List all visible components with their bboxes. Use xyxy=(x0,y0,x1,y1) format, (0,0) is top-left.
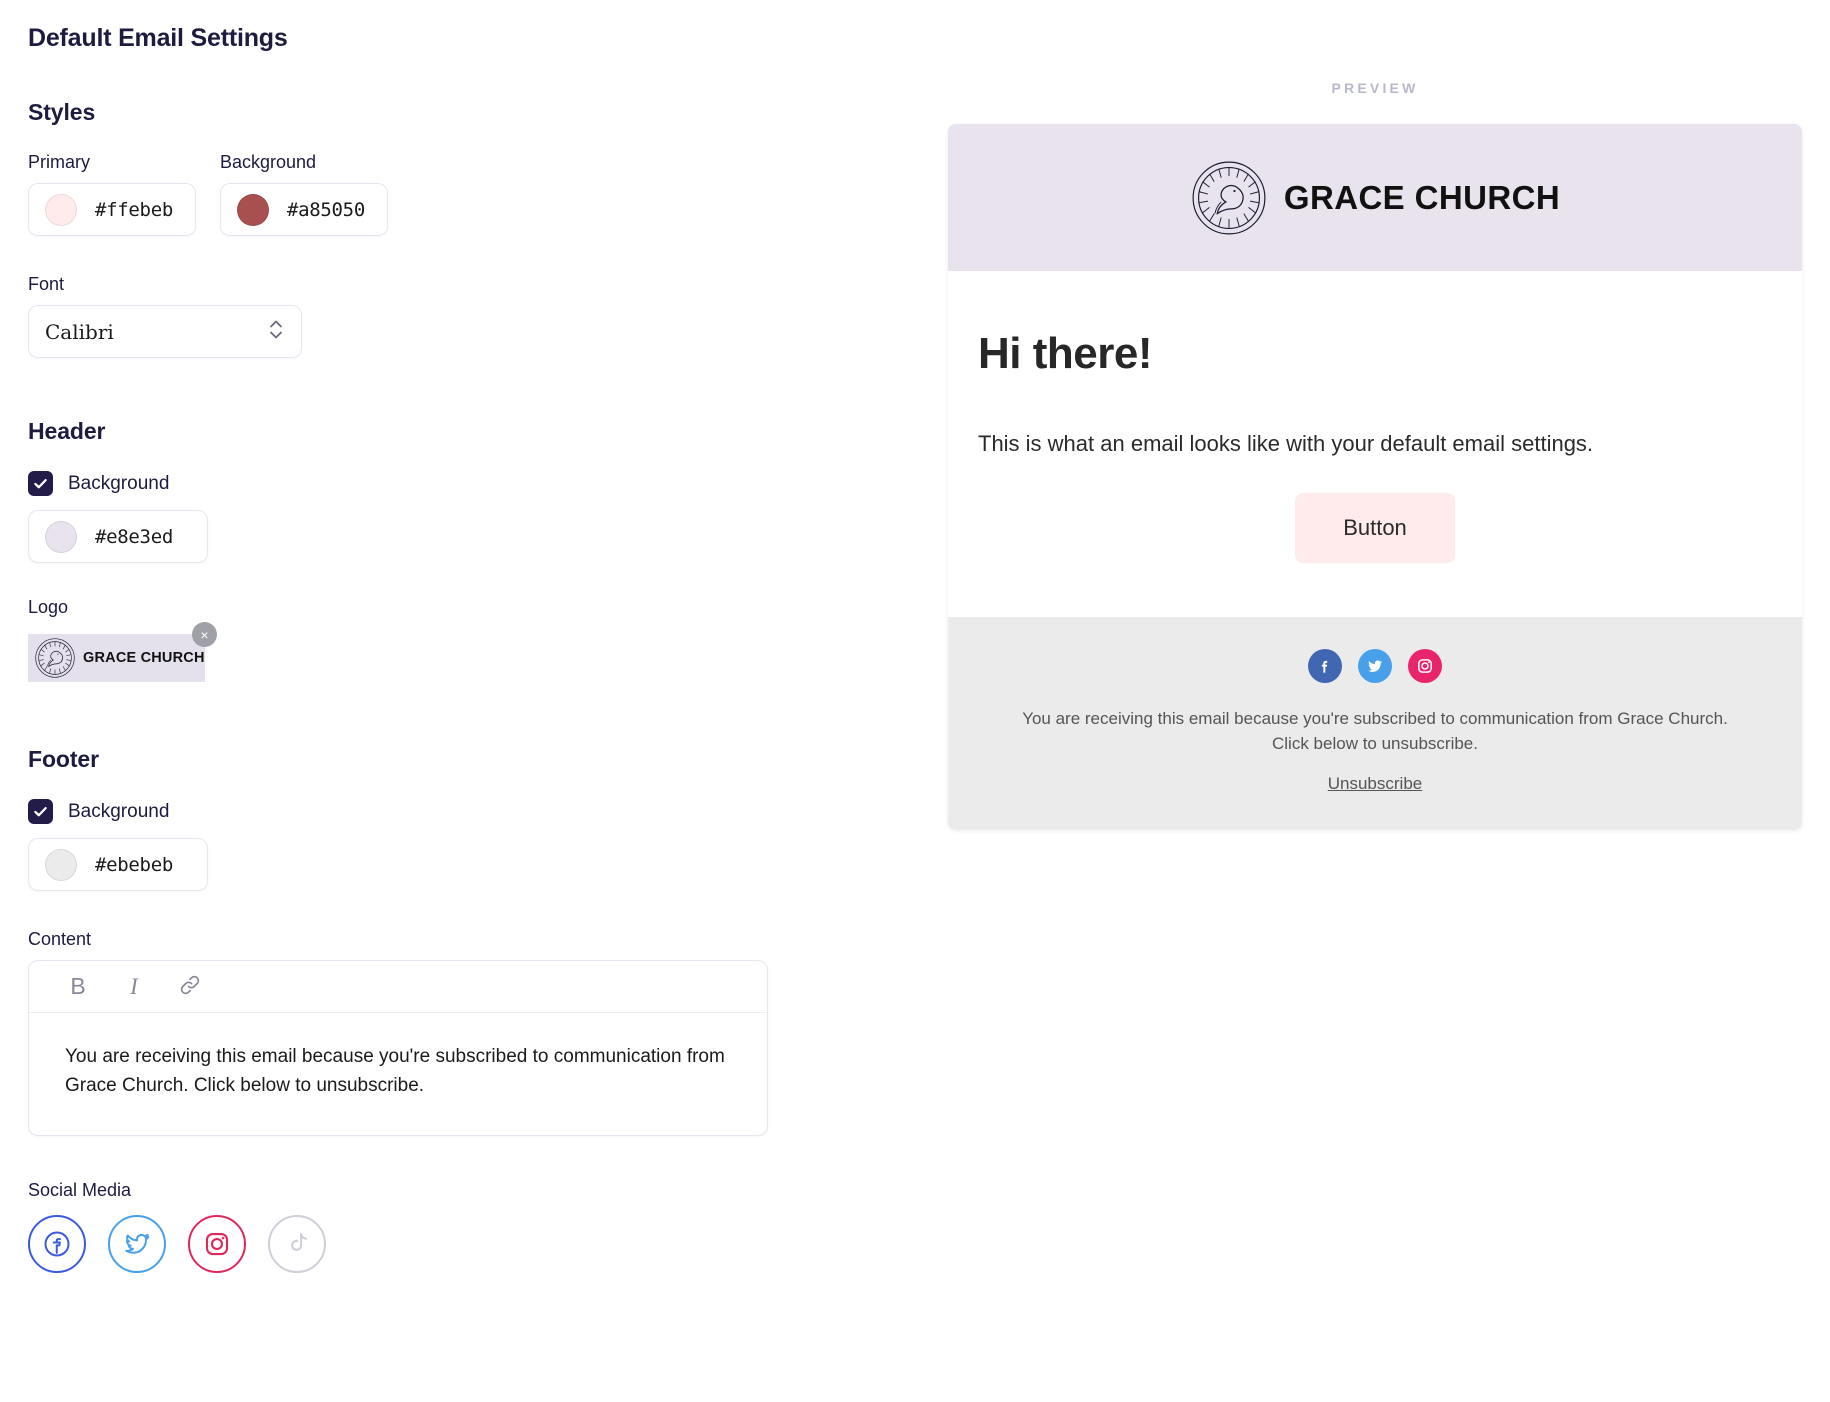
header-section-heading: Header xyxy=(28,418,106,444)
content-editor-text[interactable]: You are receiving this email because you… xyxy=(29,1013,767,1135)
remove-logo-icon[interactable]: × xyxy=(192,622,217,647)
logo-thumbnail[interactable]: GRACE CHURCH xyxy=(28,634,205,682)
twitter-icon xyxy=(125,1233,150,1254)
background-color-label: Background xyxy=(219,152,317,172)
social-media-toggle-row xyxy=(28,1214,908,1273)
check-icon xyxy=(34,479,47,489)
header-background-color-value: #e8e3ed xyxy=(95,525,173,548)
page-title: Default Email Settings xyxy=(28,24,288,52)
email-preview-header: GRACE CHURCH xyxy=(948,124,1802,271)
preview-panel: PREVIEW GRACE CHURCH Hi there! This is w… xyxy=(948,80,1802,831)
primary-color-field: Primary #ffebeb xyxy=(28,152,196,236)
footer-background-checkbox[interactable] xyxy=(28,799,53,824)
social-media-label: Social Media xyxy=(28,1179,132,1200)
check-icon xyxy=(34,807,47,817)
email-preview-button[interactable]: Button xyxy=(1295,493,1455,563)
email-preview-card: GRACE CHURCH Hi there! This is what an e… xyxy=(948,124,1802,831)
email-preview-social-row xyxy=(1018,649,1732,683)
church-emblem-icon xyxy=(34,637,76,679)
background-color-input[interactable]: #a85050 xyxy=(219,183,388,236)
footer-section-heading: Footer xyxy=(28,746,99,772)
content-editor-toolbar: B I xyxy=(29,961,767,1013)
italic-button[interactable]: I xyxy=(121,975,147,998)
header-background-color-input[interactable]: #e8e3ed xyxy=(28,510,208,563)
email-preview-heading: Hi there! xyxy=(978,329,1152,378)
primary-color-swatch[interactable] xyxy=(45,193,77,226)
logo-label: Logo xyxy=(28,597,69,617)
content-editor: B I You are receiving this email because… xyxy=(28,960,768,1136)
link-icon[interactable] xyxy=(177,973,203,1001)
primary-color-value: #ffebeb xyxy=(95,198,173,221)
social-toggle-twitter[interactable] xyxy=(108,1214,166,1273)
email-preview-button-wrap: Button xyxy=(978,493,1772,563)
footer-background-checkbox-label: Background xyxy=(68,800,170,822)
settings-panel: Default Email Settings Styles Primary #f… xyxy=(28,24,908,1273)
background-color-field: Background #a85050 xyxy=(219,152,388,236)
primary-color-input[interactable]: #ffebeb xyxy=(28,183,196,236)
email-preview-footer: You are receiving this email because you… xyxy=(948,617,1802,831)
styles-section-heading: Styles xyxy=(28,99,96,125)
footer-background-color-value: #ebebeb xyxy=(95,853,173,876)
email-social-facebook[interactable] xyxy=(1308,649,1342,683)
font-select-wrapper: Calibri xyxy=(28,305,302,358)
content-label: Content xyxy=(28,929,92,949)
social-toggle-instagram[interactable] xyxy=(188,1214,246,1273)
facebook-icon xyxy=(1321,660,1328,673)
facebook-icon xyxy=(44,1231,70,1257)
font-select[interactable]: Calibri xyxy=(28,305,302,358)
background-color-swatch[interactable] xyxy=(236,193,269,226)
email-settings-page: Default Email Settings Styles Primary #f… xyxy=(0,0,1830,1402)
chevron-updown-icon xyxy=(268,316,284,347)
logo-thumbnail-wrapper: GRACE CHURCH × xyxy=(28,622,217,682)
header-background-checkbox[interactable] xyxy=(28,471,53,496)
instagram-icon xyxy=(1418,659,1432,673)
logo-wordmark: GRACE CHURCH xyxy=(83,650,205,666)
email-social-twitter[interactable] xyxy=(1358,649,1392,683)
footer-background-color-input[interactable]: #ebebeb xyxy=(28,838,208,891)
tiktok-icon xyxy=(291,1232,308,1251)
header-background-color-swatch[interactable] xyxy=(45,520,77,553)
header-background-checkbox-row[interactable]: Background xyxy=(28,471,908,496)
email-preview-unsubscribe-link[interactable]: Unsubscribe xyxy=(1328,774,1423,793)
font-label: Font xyxy=(28,274,65,294)
twitter-icon xyxy=(1368,660,1383,672)
header-background-checkbox-label: Background xyxy=(68,472,170,494)
email-preview-paragraph: This is what an email looks like with yo… xyxy=(978,431,1594,456)
social-toggle-facebook[interactable] xyxy=(28,1214,86,1273)
styles-color-row: Primary #ffebeb Background #a85050 xyxy=(28,152,908,236)
primary-color-label: Primary xyxy=(28,152,90,172)
bold-button[interactable]: B xyxy=(65,975,91,998)
email-preview-wordmark: GRACE CHURCH xyxy=(1283,178,1561,216)
instagram-icon xyxy=(205,1232,229,1255)
email-preview-footer-text: You are receiving this email because you… xyxy=(1022,709,1728,753)
font-select-value: Calibri xyxy=(45,319,114,344)
background-color-value: #a85050 xyxy=(286,198,365,221)
footer-background-color-swatch[interactable] xyxy=(45,848,77,881)
footer-background-checkbox-row[interactable]: Background xyxy=(28,799,908,824)
social-toggle-tiktok[interactable] xyxy=(268,1214,326,1273)
email-social-instagram[interactable] xyxy=(1408,649,1442,683)
preview-caption: PREVIEW xyxy=(1331,80,1419,96)
church-emblem-icon xyxy=(1190,159,1268,237)
email-preview-body: Hi there! This is what an email looks li… xyxy=(948,271,1802,617)
